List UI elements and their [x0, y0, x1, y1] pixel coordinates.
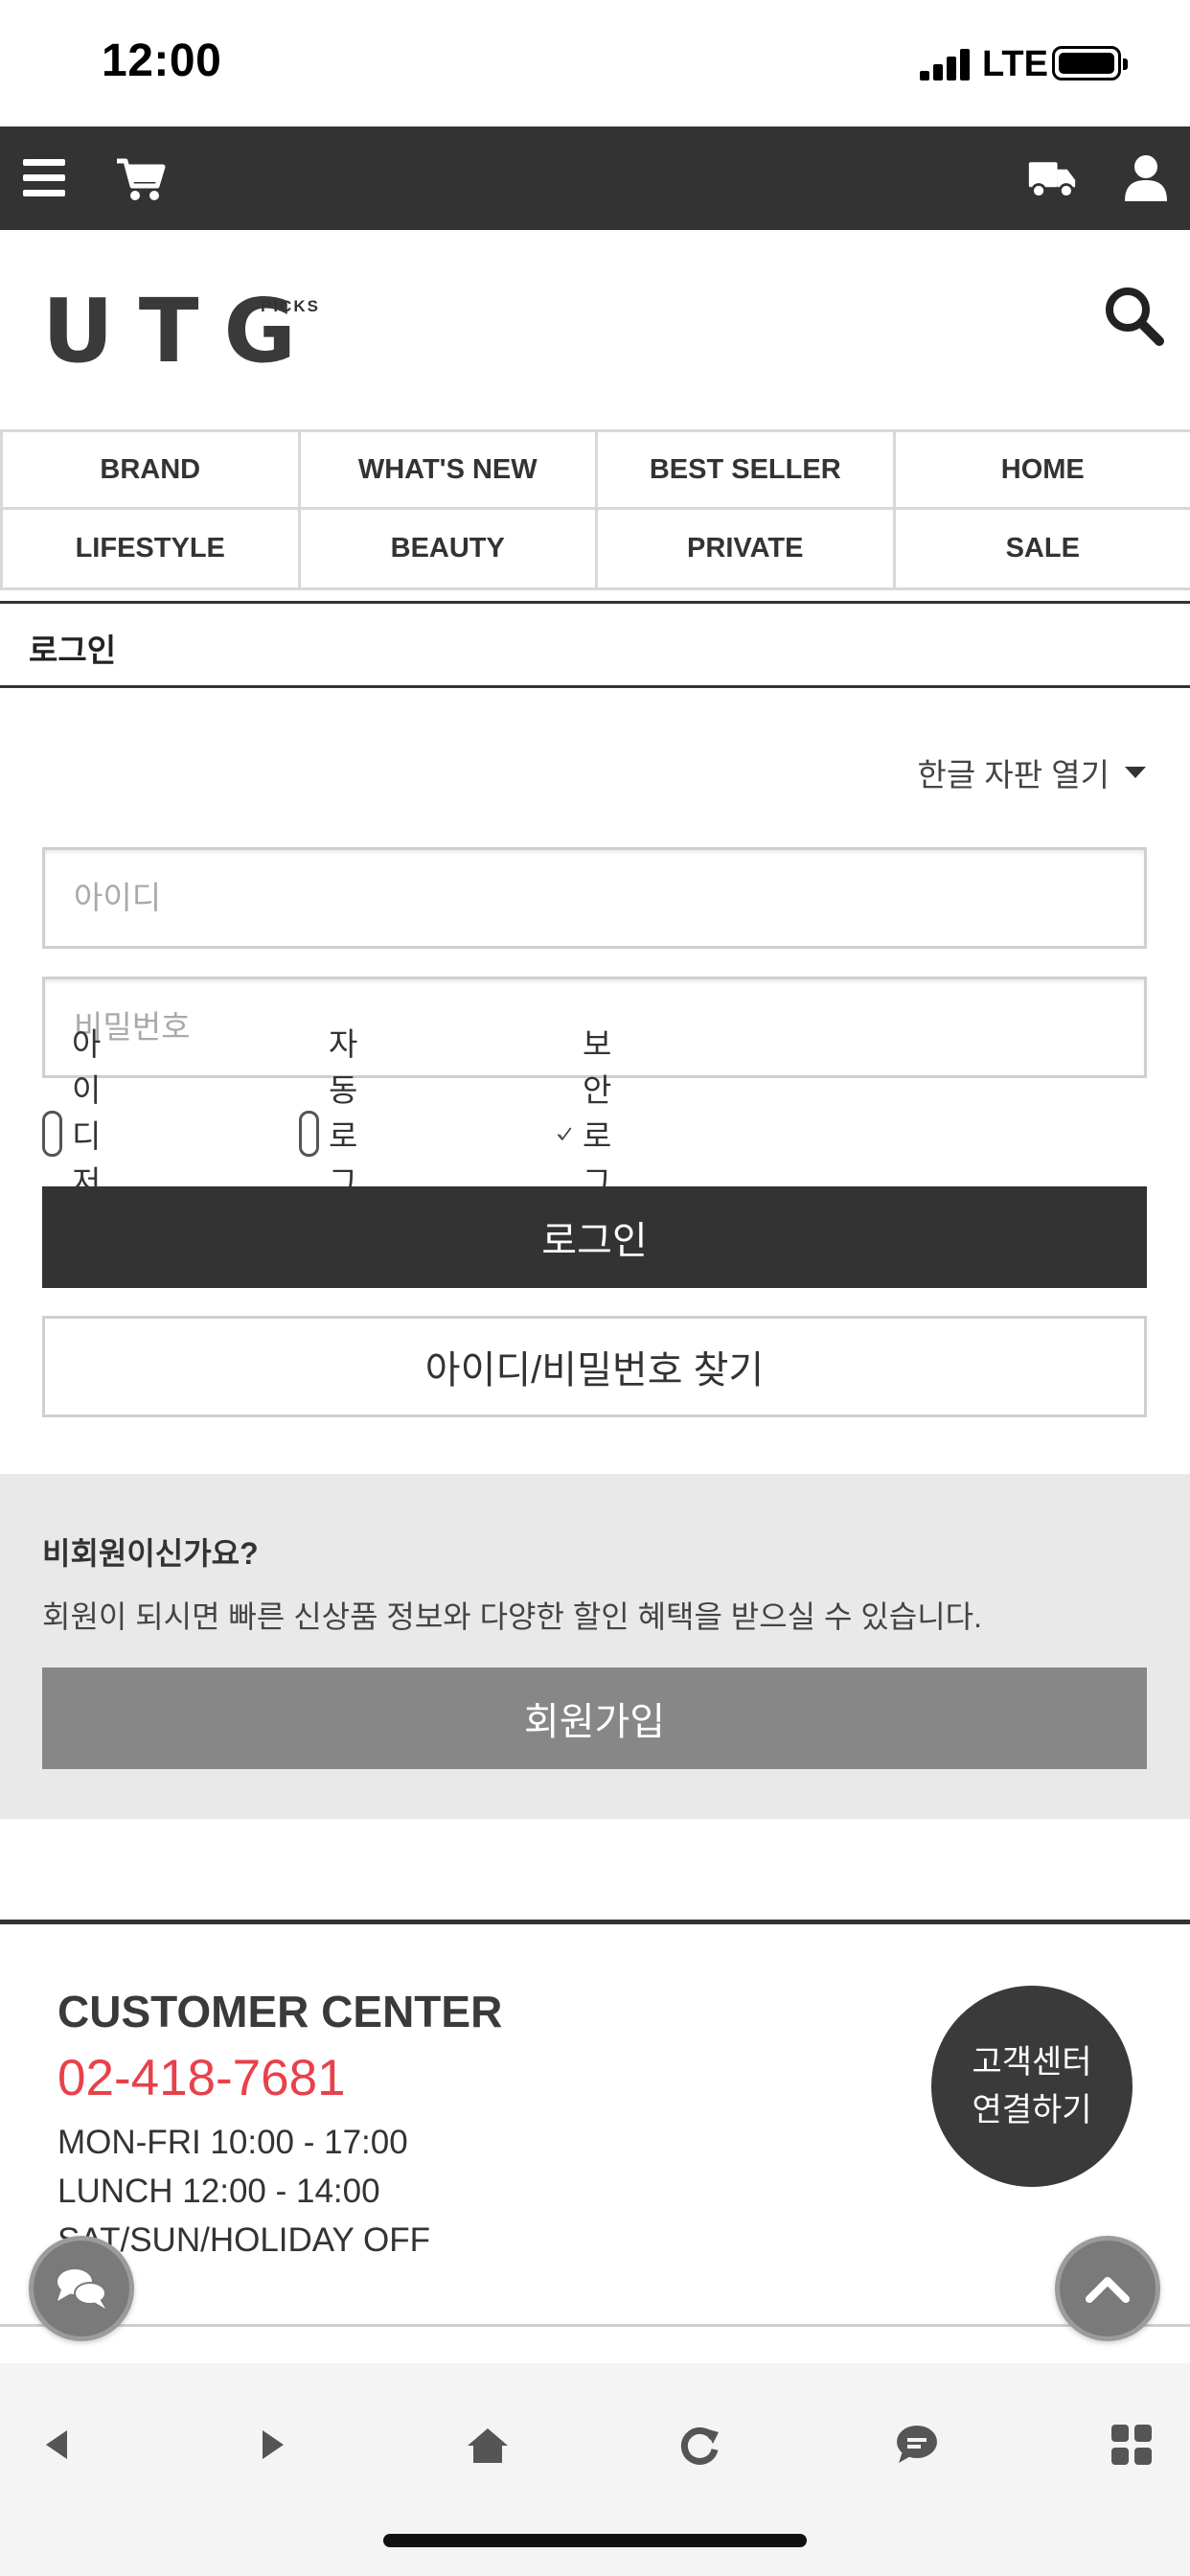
truck-icon[interactable]: [1027, 153, 1077, 203]
customer-center-connect-button[interactable]: 고객센터 연결하기: [931, 1986, 1133, 2187]
page-title: 로그인: [29, 632, 117, 668]
find-id-password-button[interactable]: 아이디/비밀번호 찾기: [42, 1316, 1147, 1417]
chat-floating-button[interactable]: [29, 2236, 134, 2341]
category-beauty[interactable]: BEAUTY: [297, 510, 596, 587]
menu-icon[interactable]: [21, 153, 75, 203]
keyboard-toggle-label: 한글 자판 열기: [917, 757, 1110, 793]
apps-icon[interactable]: [1108, 2421, 1156, 2469]
korean-keyboard-toggle[interactable]: 한글 자판 열기: [917, 749, 1146, 795]
site-logo[interactable]: UTG PICKS: [42, 280, 321, 382]
footer-bottom-divider: [0, 2324, 1190, 2327]
caret-down-icon: [1125, 767, 1146, 778]
category-sale[interactable]: SALE: [892, 510, 1190, 587]
battery-icon: [1052, 46, 1128, 80]
footer-divider: [0, 1920, 1190, 1924]
back-icon[interactable]: [34, 2421, 82, 2469]
checkbox-icon: [42, 1111, 62, 1157]
network-type: LTE: [982, 44, 1048, 84]
status-bar: 12:00 LTE: [0, 0, 1190, 126]
id-input[interactable]: [42, 847, 1147, 949]
top-navigation-bar: [0, 126, 1190, 230]
secure-login-checkbox[interactable]: 보안 로그인: [556, 1026, 640, 1246]
category-brand[interactable]: BRAND: [0, 432, 298, 510]
message-icon[interactable]: [893, 2421, 941, 2469]
join-section: 비회원이신가요? 회원이 되시면 빠른 신상품 정보와 다양한 할인 혜택을 받…: [0, 1474, 1190, 1819]
chat-icon: [57, 2269, 106, 2309]
logo-text: UTG: [42, 280, 321, 382]
category-whats-new[interactable]: WHAT'S NEW: [297, 432, 595, 510]
hours-weekday: MON-FRI 10:00 - 17:00: [57, 2124, 408, 2161]
user-icon[interactable]: [1123, 153, 1169, 203]
connect-label-line1: 고객센터: [972, 2044, 1092, 2081]
category-best-seller[interactable]: BEST SELLER: [595, 432, 893, 510]
category-lifestyle[interactable]: LIFESTYLE: [0, 510, 298, 587]
checkbox-icon: [299, 1111, 319, 1157]
category-nav: BRAND WHAT'S NEW BEST SELLER HOME LIFEST…: [0, 429, 1190, 590]
status-time: 12:00: [102, 35, 222, 86]
search-icon[interactable]: [1102, 284, 1165, 347]
cart-icon[interactable]: [115, 153, 169, 203]
category-home[interactable]: HOME: [892, 432, 1190, 510]
category-private[interactable]: PRIVATE: [595, 510, 893, 587]
save-id-checkbox[interactable]: 아이디 저장: [42, 1026, 126, 1246]
join-description: 회원이 되시면 빠른 신상품 정보와 다양한 할인 혜택을 받으실 수 있습니다…: [42, 1599, 982, 1634]
home-icon[interactable]: [464, 2421, 512, 2469]
join-question: 비회원이신가요?: [42, 1536, 259, 1571]
scroll-top-icon: [1086, 2277, 1130, 2303]
home-indicator: [383, 2534, 807, 2547]
checkmark-icon: [557, 1127, 572, 1140]
forward-icon[interactable]: [247, 2421, 295, 2469]
connect-label-line2: 연결하기: [972, 2092, 1092, 2128]
join-button[interactable]: 회원가입: [42, 1668, 1147, 1769]
login-button[interactable]: 로그인: [42, 1186, 1147, 1288]
page-title-bar: 로그인: [0, 601, 1190, 688]
hours-lunch: LUNCH 12:00 - 14:00: [57, 2173, 380, 2210]
customer-center-phone[interactable]: 02-418-7681: [57, 2049, 346, 2107]
reload-icon[interactable]: [676, 2421, 724, 2469]
customer-center-title: CUSTOMER CENTER: [57, 1987, 503, 2036]
auto-login-checkbox[interactable]: 자동 로그인: [299, 1026, 383, 1246]
logo-subtext: PICKS: [261, 297, 320, 315]
signal-icon: [920, 48, 973, 80]
scroll-top-button[interactable]: [1055, 2236, 1160, 2341]
